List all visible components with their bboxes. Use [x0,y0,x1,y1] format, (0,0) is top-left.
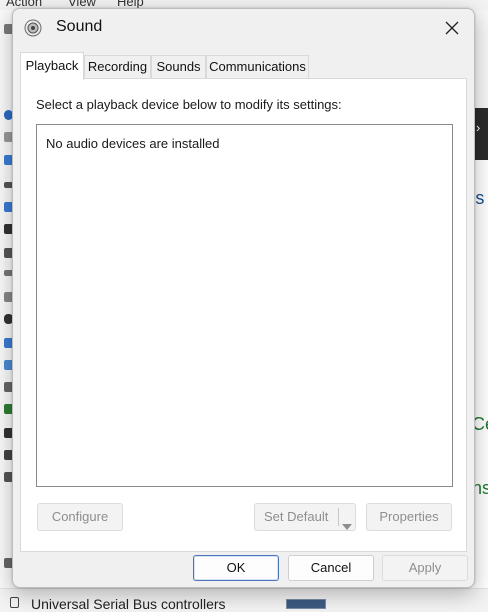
button-label: Configure [51,509,109,524]
tab-label: Playback [25,58,79,73]
title-bar[interactable]: Sound [13,9,474,47]
tab-playback[interactable]: Playback [20,52,84,80]
empty-list-message: No audio devices are installed [46,136,220,151]
button-label: Properties [379,509,439,524]
button-label: Set Default [264,509,329,524]
button-label: OK [226,560,246,575]
split-separator [338,508,339,526]
instruction-text: Select a playback device below to modify… [36,97,342,112]
sound-dialog: Sound Playback Recording Sounds Communic… [12,8,475,588]
usb-icon [10,597,19,608]
tab-label: Recording [87,59,148,74]
tab-sounds[interactable]: Sounds [151,55,206,79]
button-label: Apply [408,560,442,575]
close-button[interactable] [438,15,466,41]
tab-label: Communications [209,59,306,74]
tab-label: Sounds [156,59,201,74]
background-tree-item[interactable]: Universal Serial Bus controllers [31,596,226,612]
cancel-button[interactable]: Cancel [288,555,374,581]
ok-button[interactable]: OK [193,555,279,581]
speaker-icon [24,19,42,37]
set-default-button[interactable]: Set Default [254,503,356,531]
configure-button[interactable]: Configure [37,503,123,531]
playback-panel: Select a playback device below to modify… [20,78,467,552]
apply-button[interactable]: Apply [382,555,468,581]
dialog-title: Sound [56,18,103,35]
chevron-right-icon: › [476,120,481,135]
button-label: Cancel [310,560,352,575]
tab-recording[interactable]: Recording [84,55,151,79]
background-panel-icon [286,599,326,609]
properties-button[interactable]: Properties [366,503,452,531]
close-icon [445,21,459,35]
chevron-down-icon[interactable] [342,513,352,539]
device-list[interactable]: No audio devices are installed [36,124,453,487]
tab-communications[interactable]: Communications [206,55,309,79]
